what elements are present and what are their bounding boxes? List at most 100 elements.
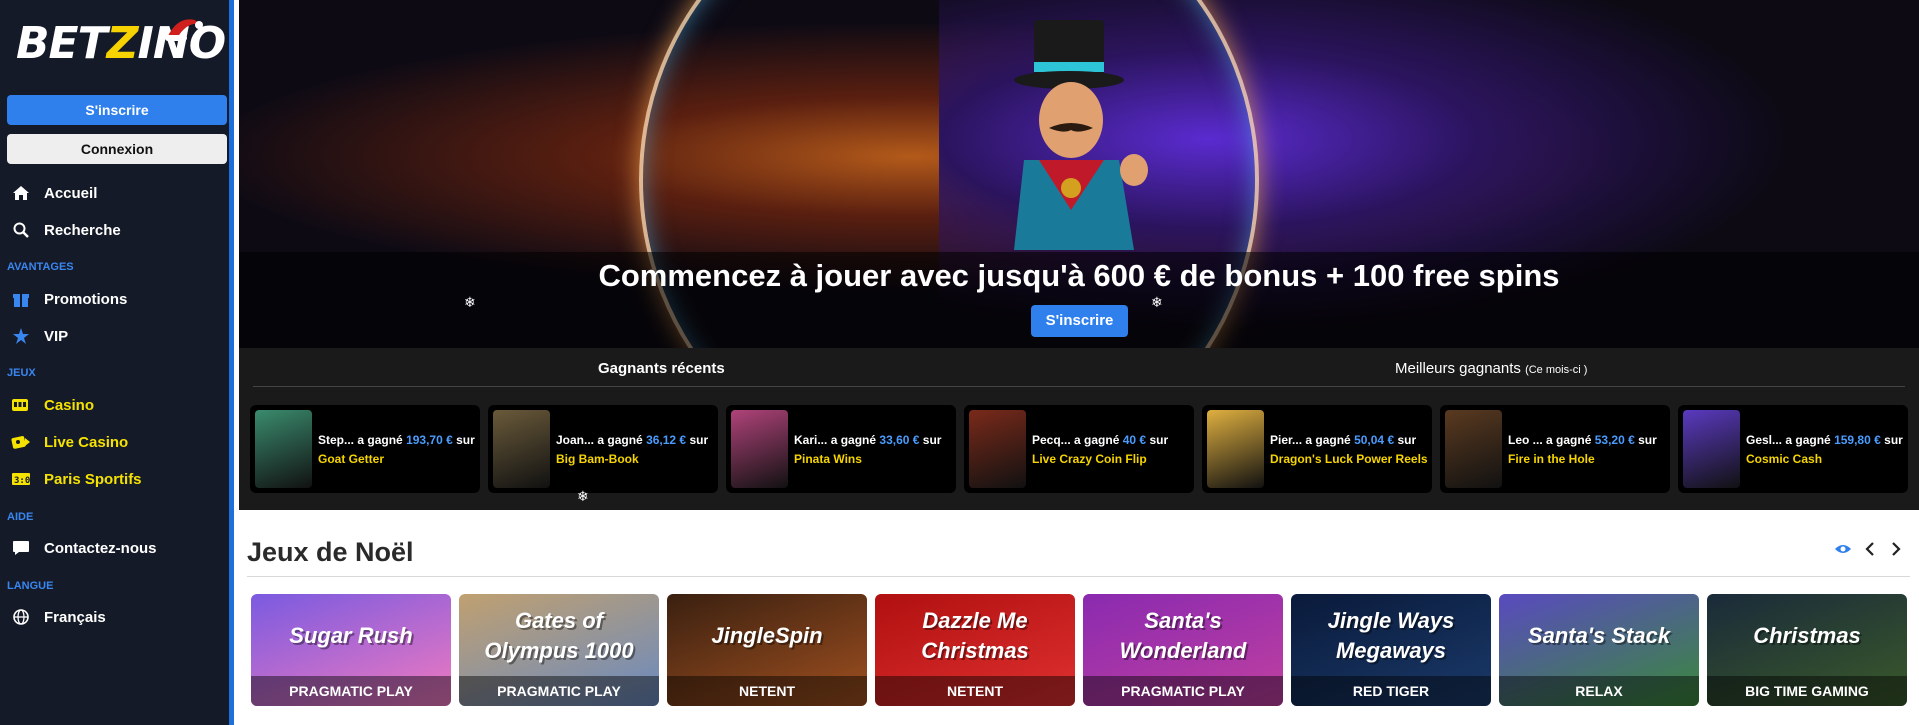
winner-card[interactable]: Pier... a gagné 50,04 € sur Dragon's Luc… xyxy=(1202,405,1432,493)
winner-name: Pier... xyxy=(1270,433,1303,447)
on-word: sur xyxy=(456,433,475,447)
sidebar-item-live-casino[interactable]: Live Casino xyxy=(10,430,128,454)
winner-card[interactable]: Step... a gagné 193,70 € sur Goat Getter xyxy=(250,405,480,493)
sidebar-item-home[interactable]: Accueil xyxy=(10,181,97,205)
winner-game: Pinata Wins xyxy=(794,452,862,466)
winner-game: Big Bam-Book xyxy=(556,452,639,466)
game-card[interactable]: Gates of Olympus 1000 PRAGMATIC PLAY xyxy=(459,594,659,706)
sidebar-item-label: Live Casino xyxy=(44,433,129,451)
game-provider: NETENT xyxy=(875,676,1075,706)
won-word: a gagné xyxy=(830,433,877,447)
sidebar-item-label: Recherche xyxy=(44,221,121,239)
game-thumbnail xyxy=(1207,410,1264,488)
on-word: sur xyxy=(1884,433,1903,447)
winner-name: Joan... xyxy=(556,433,595,447)
sidebar: BETZINO S'inscrire Connexion Accueil Rec… xyxy=(0,0,234,725)
sidebar-item-label: Casino xyxy=(44,396,95,414)
game-provider: PRAGMATIC PLAY xyxy=(459,676,659,706)
chevron-left-icon[interactable] xyxy=(1864,537,1876,561)
winner-card[interactable]: Pecq... a gagné 40 € sur Live Crazy Coin… xyxy=(964,405,1194,493)
game-card[interactable]: Sugar Rush PRAGMATIC PLAY xyxy=(251,594,451,706)
winner-amount: 33,60 € xyxy=(879,433,920,447)
won-word: a gagné xyxy=(1074,433,1120,447)
winner-text: Step... a gagné 193,70 € sur Goat Getter xyxy=(318,431,478,469)
game-thumbnail xyxy=(969,410,1026,488)
game-provider: RELAX xyxy=(1499,676,1699,706)
section-title-christmas-games: Jeux de Noël xyxy=(247,537,414,567)
winner-amount: 159,80 € xyxy=(1834,433,1881,447)
winner-text: Kari... a gagné 33,60 € sur Pinata Wins xyxy=(794,431,954,469)
snowflake-icon: ❄ xyxy=(1151,294,1163,310)
winner-name: Pecq... xyxy=(1032,433,1071,447)
game-thumbnail xyxy=(255,410,312,488)
hero-banner[interactable]: Commencez à jouer avec jusqu'à 600 € de … xyxy=(239,0,1919,348)
tab-best-note: (Ce mois-ci ) xyxy=(1525,364,1588,376)
sidebar-item-promotions[interactable]: Promotions xyxy=(10,287,127,311)
winner-amount: 50,04 € xyxy=(1354,433,1395,447)
winner-game: Dragon's Luck Power Reels xyxy=(1270,452,1428,466)
winner-name: Kari... xyxy=(794,433,828,447)
section-label-help: AIDE xyxy=(7,511,34,523)
winners-panel: Gagnants récents Meilleurs gagnants (Ce … xyxy=(239,348,1919,510)
won-word: a gagné xyxy=(1785,433,1831,447)
signup-button[interactable]: S'inscrire xyxy=(7,95,227,125)
on-word: sur xyxy=(1397,433,1417,447)
star-icon xyxy=(10,326,32,346)
chevron-right-icon[interactable] xyxy=(1890,537,1902,561)
winner-game: Live Crazy Coin Flip xyxy=(1032,452,1147,466)
eye-icon[interactable] xyxy=(1834,537,1852,561)
game-provider: RED TIGER xyxy=(1291,676,1491,706)
sidebar-item-search[interactable]: Recherche xyxy=(10,218,121,242)
winner-text: Gesl... a gagné 159,80 € sur Cosmic Cash xyxy=(1746,431,1906,469)
winner-card[interactable]: Joan... a gagné 36,12 € sur Big Bam-Book xyxy=(488,405,718,493)
mascot-illustration xyxy=(1014,20,1148,250)
game-card[interactable]: Jingle Ways Megaways RED TIGER xyxy=(1291,594,1491,706)
game-card[interactable]: Dazzle Me Christmas NETENT xyxy=(875,594,1075,706)
tab-recent-winners[interactable]: Gagnants récents xyxy=(598,360,725,377)
tab-best-label: Meilleurs gagnants xyxy=(1395,360,1521,377)
section-label-advantages: AVANTAGES xyxy=(7,261,74,273)
gift-icon xyxy=(10,289,32,309)
sidebar-item-sports[interactable]: 3:0 Paris Sportifs xyxy=(10,467,142,491)
game-card[interactable]: Christmas BIG TIME GAMING xyxy=(1707,594,1907,706)
game-card[interactable]: Santa's Wonderland PRAGMATIC PLAY xyxy=(1083,594,1283,706)
winner-text: Joan... a gagné 36,12 € sur Big Bam-Book xyxy=(556,431,716,469)
on-word: sur xyxy=(689,433,709,447)
tab-best-winners[interactable]: Meilleurs gagnants (Ce mois-ci ) xyxy=(1395,360,1587,377)
sidebar-item-contact[interactable]: Contactez-nous xyxy=(10,536,157,560)
winner-text: Pecq... a gagné 40 € sur Live Crazy Coin… xyxy=(1032,431,1192,469)
winner-amount: 53,20 € xyxy=(1594,433,1635,447)
santa-hat-icon xyxy=(165,19,203,41)
winner-amount: 36,12 € xyxy=(646,433,687,447)
game-provider: NETENT xyxy=(667,676,867,706)
won-word: a gagné xyxy=(1546,433,1592,447)
login-button[interactable]: Connexion xyxy=(7,134,227,164)
sidebar-item-label: Français xyxy=(44,608,106,626)
snowflake-icon: ❄ xyxy=(577,488,589,504)
game-provider: PRAGMATIC PLAY xyxy=(251,676,451,706)
on-word: sur xyxy=(922,433,942,447)
winner-card[interactable]: Leo ... a gagné 53,20 € sur Fire in the … xyxy=(1440,405,1670,493)
sidebar-item-vip[interactable]: VIP xyxy=(10,324,68,348)
game-thumbnail xyxy=(1445,410,1502,488)
winner-name: Step... xyxy=(318,433,355,447)
won-word: a gagné xyxy=(1305,433,1351,447)
hero-signup-button[interactable]: S'inscrire xyxy=(1031,305,1128,337)
sidebar-item-language[interactable]: Français xyxy=(10,605,106,629)
sidebar-item-label: Accueil xyxy=(44,184,98,202)
sidebar-item-label: VIP xyxy=(44,327,69,345)
snowflake-icon: ❄ xyxy=(464,294,476,310)
svg-text:3:0: 3:0 xyxy=(14,476,30,486)
game-card[interactable]: JingleSpin NETENT xyxy=(667,594,867,706)
sidebar-item-casino[interactable]: Casino xyxy=(10,393,94,417)
live-casino-icon xyxy=(10,432,32,452)
scoreboard-icon: 3:0 xyxy=(10,469,32,489)
won-word: a gagné xyxy=(597,433,643,447)
sidebar-item-label: Paris Sportifs xyxy=(44,470,142,488)
winner-card[interactable]: Gesl... a gagné 159,80 € sur Cosmic Cash xyxy=(1678,405,1908,493)
winner-card[interactable]: Kari... a gagné 33,60 € sur Pinata Wins xyxy=(726,405,956,493)
winner-name: Gesl... xyxy=(1746,433,1783,447)
game-thumbnail xyxy=(493,410,550,488)
game-card[interactable]: Santa's Stack RELAX xyxy=(1499,594,1699,706)
winner-text: Pier... a gagné 50,04 € sur Dragon's Luc… xyxy=(1270,431,1430,469)
